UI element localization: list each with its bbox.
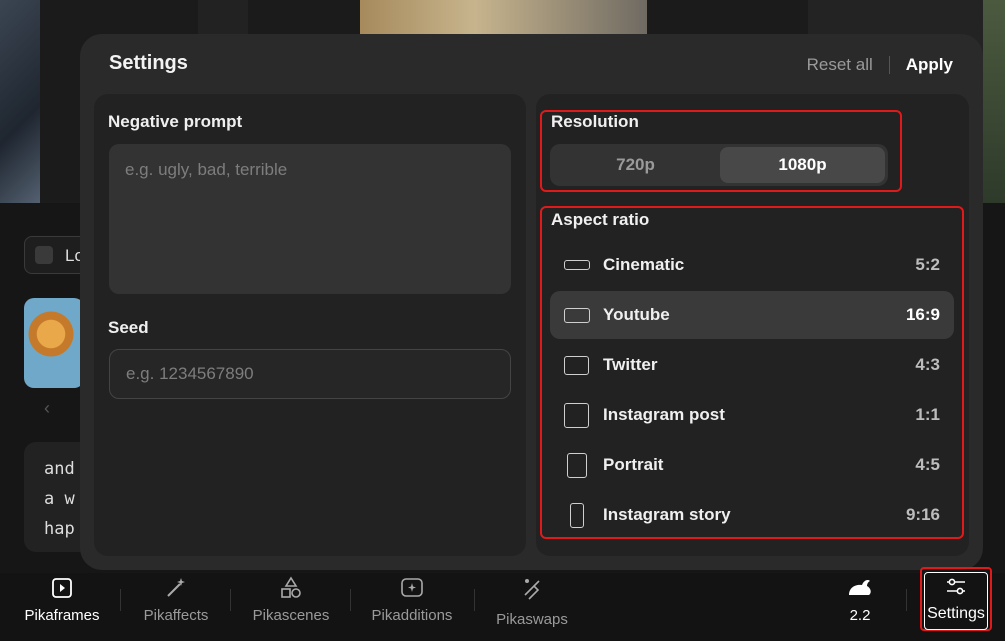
portrait-rectangle-icon [567, 453, 587, 478]
widescreen-rectangle-icon [564, 308, 590, 323]
divider [350, 589, 351, 611]
tool-label: Pikaframes [24, 607, 100, 624]
aspect-ratio-value: 1:1 [915, 405, 940, 424]
tool-label: Pikaswaps [496, 611, 568, 628]
aspect-ratio-name: Portrait [603, 455, 664, 474]
aspect-ratio-item-twitter[interactable]: Twitter 4:3 [550, 341, 954, 389]
aspect-ratio-item-cinematic[interactable]: Cinematic 5:2 [550, 241, 954, 289]
aspect-ratio-name: Cinematic [603, 255, 685, 274]
prompt-settings-card: Negative prompt Seed [94, 94, 526, 556]
swap-brush-icon [492, 573, 572, 601]
modal-title: Settings [109, 52, 188, 74]
divider [120, 589, 121, 611]
add-sparkle-icon [366, 573, 458, 601]
magic-wand-icon [138, 573, 214, 601]
aspect-ratio-name: Instagram story [603, 505, 731, 524]
aspect-ratio-name: Twitter [603, 355, 658, 374]
reset-all-button[interactable]: Reset all [807, 55, 873, 75]
sliders-icon [925, 573, 987, 602]
settings-label: Settings [927, 605, 985, 622]
apply-button[interactable]: Apply [906, 55, 953, 75]
aspect-ratio-value: 4:3 [915, 355, 940, 374]
aspect-ratio-value: 16:9 [905, 305, 940, 324]
aspect-ratio-name: Instagram post [603, 405, 725, 424]
shapes-icon [248, 573, 334, 601]
tool-pikaswaps[interactable]: Pikaswaps [492, 573, 572, 641]
aspect-ratio-label: Aspect ratio [551, 210, 650, 229]
checkbox-box[interactable] [35, 246, 53, 264]
resolution-label: Resolution [551, 112, 639, 131]
aspect-ratio-item-portrait[interactable]: Portrait 4:5 [550, 441, 954, 489]
modal-actions: Reset all Apply [807, 55, 953, 75]
resolution-option-1080p[interactable]: 1080p [720, 147, 885, 183]
model-version: 2.2 [849, 607, 871, 624]
divider [906, 589, 907, 611]
tall-rectangle-icon [570, 503, 584, 528]
reference-image[interactable] [24, 298, 84, 388]
settings-modal: Settings Reset all Apply Negative prompt… [80, 34, 983, 570]
rabbit-icon [836, 573, 884, 601]
settings-button[interactable]: Settings [924, 572, 988, 630]
aspect-ratio-value: 9:16 [905, 505, 940, 524]
resolution-toggle: 720p 1080p [550, 144, 888, 186]
aspect-ratio-item-instagram-post[interactable]: Instagram post 1:1 [550, 391, 954, 439]
tool-pikaffects[interactable]: Pikaffects [138, 573, 214, 641]
seed-box [109, 349, 511, 399]
resolution-option-720p[interactable]: 720p [553, 147, 718, 183]
negative-prompt-input[interactable] [109, 144, 511, 294]
gallery-thumbnail[interactable] [0, 0, 40, 203]
aspect-ratio-item-instagram-story[interactable]: Instagram story 9:16 [550, 491, 954, 539]
aspect-ratio-list: Cinematic 5:2 Youtube 16:9 Twitter 4:3 I… [550, 241, 954, 541]
wide-rectangle-icon [564, 260, 590, 270]
negative-prompt-label: Negative prompt [108, 112, 243, 131]
aspect-ratio-name: Youtube [603, 305, 670, 324]
tool-pikaframes[interactable]: Pikaframes [22, 573, 102, 641]
tool-label: Pikaffects [143, 607, 209, 624]
video-settings-card: Resolution 720p 1080p Aspect ratio Cinem… [536, 94, 969, 556]
tool-label: Pikadditions [371, 607, 453, 624]
aspect-ratio-item-youtube[interactable]: Youtube 16:9 [550, 291, 954, 339]
model-version-button[interactable]: 2.2 [836, 573, 884, 641]
negative-prompt-box [109, 144, 511, 294]
seed-label: Seed [108, 318, 149, 337]
square-icon [564, 403, 589, 428]
chevron-left-icon[interactable]: ‹ [44, 398, 50, 419]
frame-play-icon [22, 573, 102, 601]
landscape-rectangle-icon [564, 356, 589, 375]
aspect-ratio-value: 5:2 [915, 255, 940, 274]
tool-label: Pikascenes [252, 607, 330, 624]
tool-pikadditions[interactable]: Pikadditions [366, 573, 458, 641]
bottom-toolbar: Pikaframes Pikaffects Pikascenes Pikaddi… [0, 567, 1005, 641]
divider [474, 589, 475, 611]
aspect-ratio-value: 4:5 [915, 455, 940, 474]
divider [888, 56, 890, 74]
tool-pikascenes[interactable]: Pikascenes [248, 573, 334, 641]
divider [230, 589, 231, 611]
seed-input[interactable] [110, 350, 510, 398]
gallery-thumbnail[interactable] [983, 0, 1005, 203]
